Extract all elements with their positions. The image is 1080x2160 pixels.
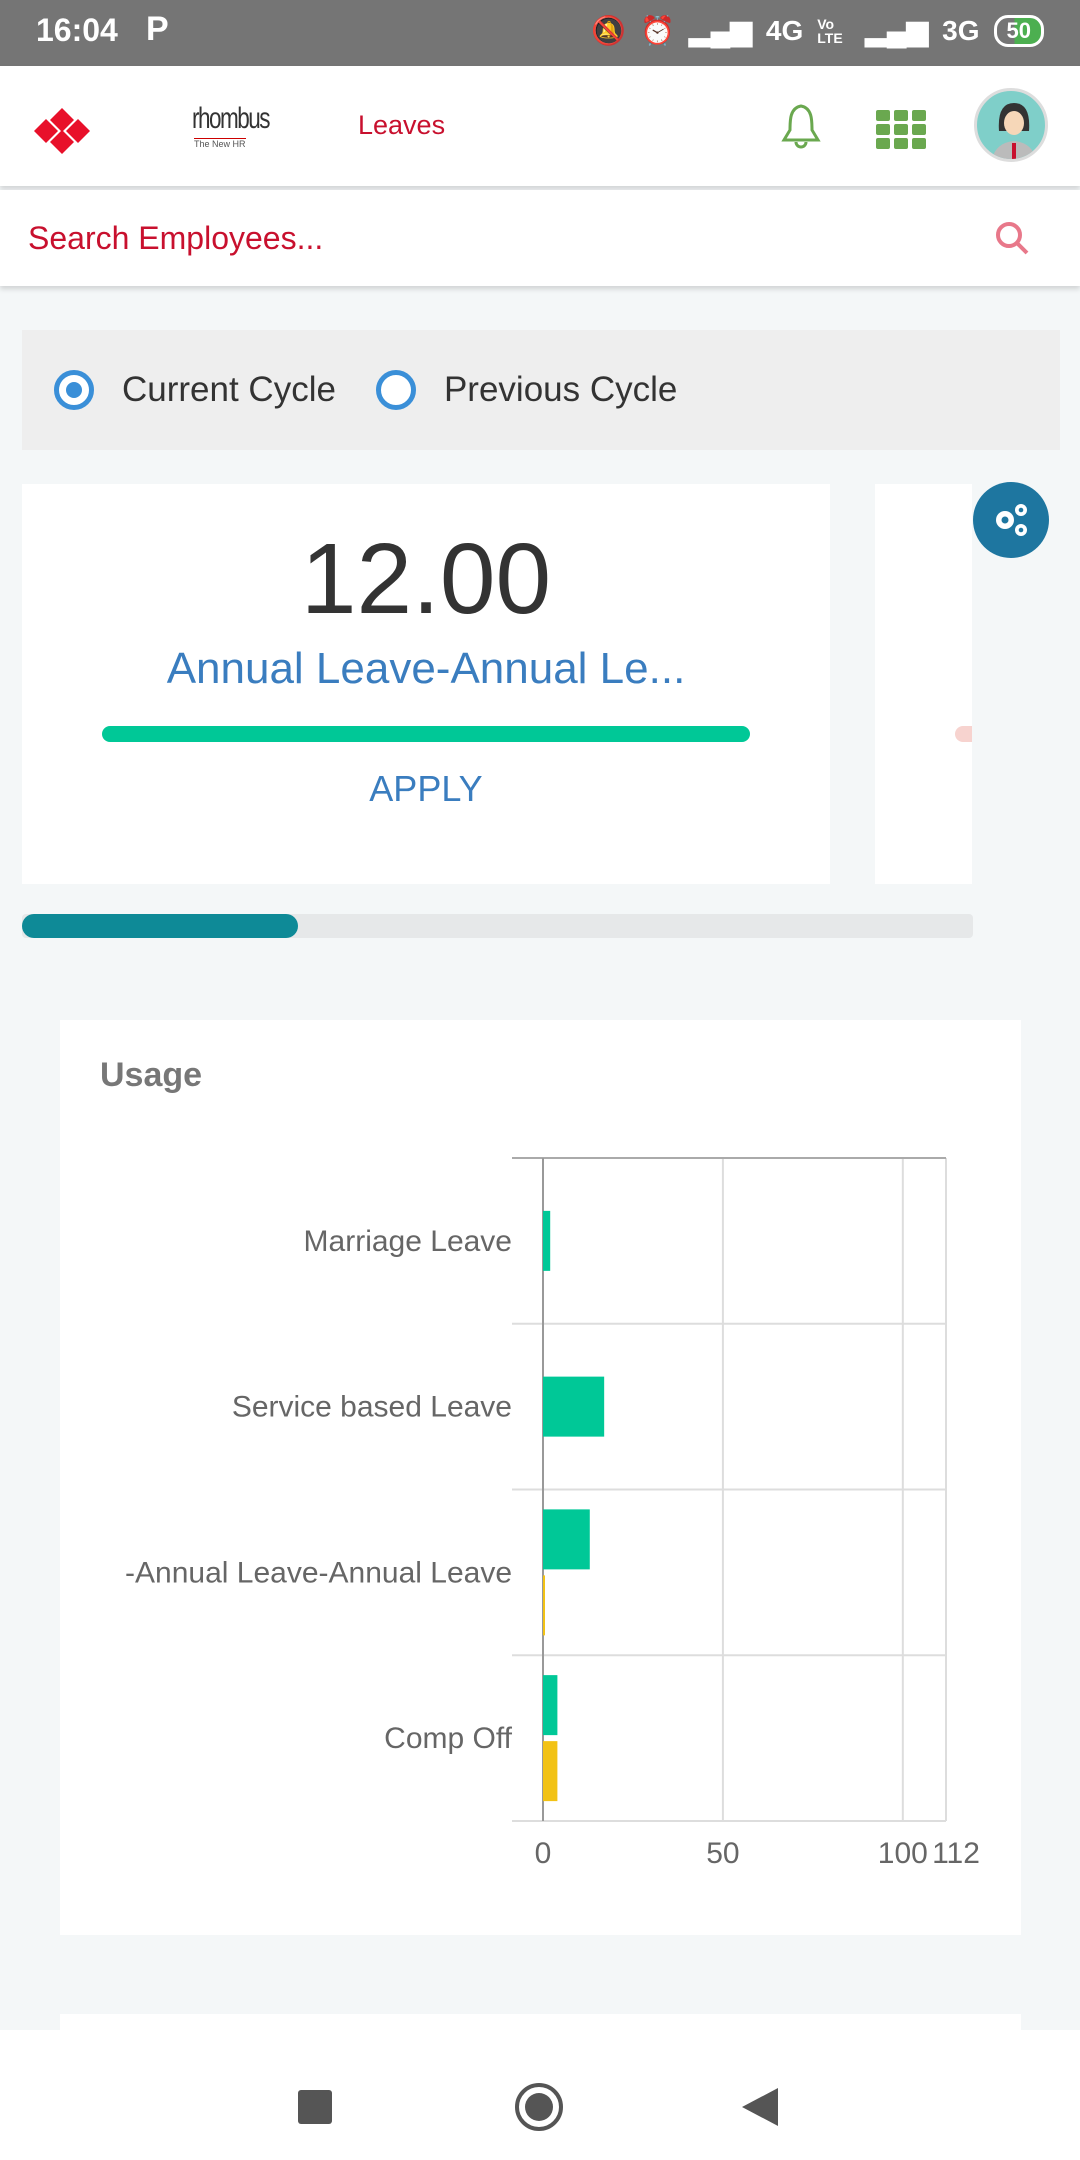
signal-icon: ▂▄▆	[865, 15, 929, 46]
radio-current-cycle[interactable]: Current Cycle	[54, 370, 336, 410]
search-icon[interactable]	[994, 220, 1030, 256]
cycle-selector: Current Cycle Previous Cycle	[22, 330, 1060, 450]
brand-tagline: The New HR	[194, 138, 246, 149]
radio-label: Current Cycle	[122, 370, 336, 409]
x-tick-label: 50	[706, 1837, 739, 1870]
brand-logo: rhombus	[192, 102, 271, 135]
x-tick-label: 112	[932, 1837, 980, 1870]
apps-grid-icon[interactable]	[876, 110, 926, 150]
status-bar: 16:04 P 🔕 ⏰ ▂▄▆ 4G Vo LTE ▂▄▆ 3G 50	[0, 0, 1080, 66]
leave-balance-card: 12.00 Annual Leave-Annual Le... APPLY	[22, 484, 830, 884]
leave-balance: 12.00	[300, 523, 552, 635]
home-button-icon[interactable]	[514, 2082, 564, 2132]
status-icons: 🔕 ⏰ ▂▄▆ 4G Vo LTE ▂▄▆ 3G 50	[591, 14, 1044, 47]
category-label: -Annual Leave-Annual Leave	[125, 1556, 512, 1589]
apply-button[interactable]: APPLY	[22, 768, 830, 810]
settings-button[interactable]	[973, 482, 1049, 558]
search-input[interactable]	[28, 214, 928, 262]
page-title: Leaves	[358, 110, 446, 140]
back-button-icon[interactable]	[742, 2088, 778, 2126]
next-leave-card[interactable]	[875, 484, 972, 884]
leave-progress-bar	[102, 726, 750, 742]
mute-icon: 🔕	[591, 15, 627, 46]
network-4g: 4G	[765, 14, 804, 46]
user-avatar[interactable]	[974, 88, 1048, 162]
x-tick-label: 100	[878, 1837, 928, 1870]
gears-icon	[996, 504, 1027, 536]
app-header: rhombus The New HR Leaves	[0, 66, 1080, 186]
parking-notification-icon: P	[146, 10, 169, 48]
search-bar	[0, 190, 1080, 286]
volte-icon: Vo LTE	[817, 15, 843, 46]
rhombus-logo-icon[interactable]	[22, 106, 102, 156]
bar-primary	[543, 1376, 605, 1437]
leave-progress-bar	[955, 726, 972, 742]
leave-type-link[interactable]: Annual Leave-Annual Le...	[22, 644, 830, 694]
bar-primary	[543, 1509, 590, 1570]
radio-label: Previous Cycle	[443, 370, 678, 409]
battery-icon: 50	[993, 14, 1044, 47]
bar-primary	[543, 1210, 551, 1271]
bar-secondary	[543, 1575, 545, 1636]
android-nav-bar	[0, 2030, 1080, 2160]
carousel-scrollbar[interactable]	[22, 914, 973, 938]
avatar-person-icon	[992, 103, 1036, 159]
bar-primary	[543, 1675, 558, 1736]
category-label: Marriage Leave	[304, 1225, 512, 1258]
alarm-icon: ⏰	[640, 15, 675, 46]
x-tick-label: 0	[535, 1837, 552, 1870]
signal-icon: ▂▄▆	[688, 15, 752, 46]
radio-previous-cycle[interactable]: Previous Cycle	[375, 370, 678, 410]
usage-card: Usage Marriage Leave Service based Leave -…	[60, 1020, 1021, 1935]
radio-button[interactable]	[375, 370, 416, 410]
scrollbar-thumb[interactable]	[22, 914, 298, 938]
usage-bar-chart: Marriage Leave Service based Leave -Annual…	[125, 1157, 980, 1870]
recents-button-icon[interactable]	[298, 2090, 332, 2124]
bell-icon[interactable]	[778, 102, 824, 152]
category-label: Service based Leave	[232, 1391, 512, 1424]
bar-secondary	[543, 1741, 558, 1802]
category-label: Comp Off	[384, 1722, 512, 1755]
network-3g: 3G	[942, 14, 980, 46]
clock: 16:04	[36, 12, 118, 48]
radio-button-selected[interactable]	[54, 370, 94, 410]
